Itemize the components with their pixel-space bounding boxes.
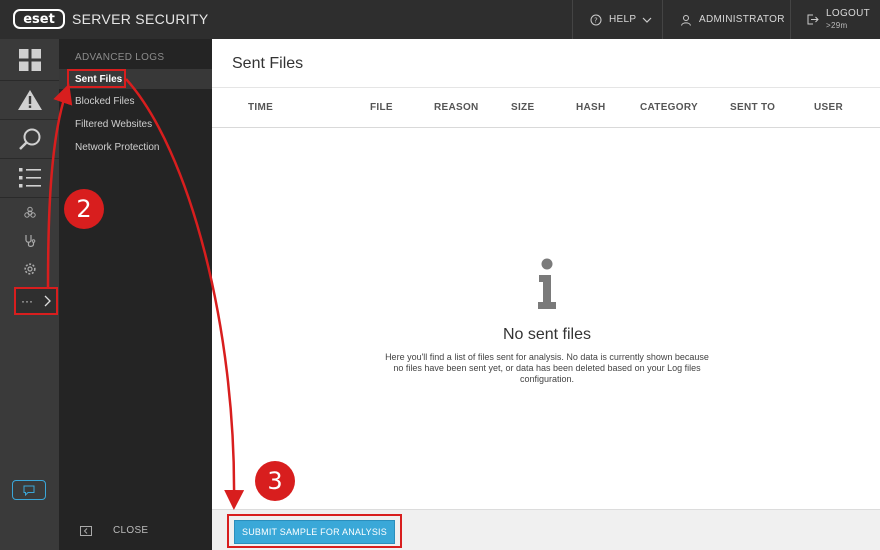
- step-badge-2: 2: [64, 189, 104, 229]
- alerts-button[interactable]: [0, 81, 59, 118]
- logout-icon: [807, 14, 819, 25]
- submenu-title: ADVANCED LOGS: [75, 52, 165, 63]
- empty-title: No sent files: [502, 326, 592, 343]
- submenu-item-blocked-files[interactable]: Blocked Files: [59, 91, 212, 111]
- user-icon: [681, 14, 691, 26]
- user-menu[interactable]: ADMINISTRATOR: [680, 0, 785, 39]
- submit-sample-button[interactable]: SUBMIT SAMPLE FOR ANALYSIS: [234, 520, 395, 544]
- dashboard-icon: [18, 48, 41, 71]
- alert-icon: [17, 89, 42, 110]
- page-title: Sent Files: [232, 55, 304, 72]
- column-user[interactable]: USER: [814, 102, 843, 113]
- close-label: CLOSE: [113, 525, 149, 536]
- more-tools-button[interactable]: ···: [14, 287, 58, 315]
- logo-text: eset: [13, 9, 65, 29]
- svg-text:?: ?: [594, 16, 598, 24]
- empty-description: Here you'll find a list of files sent fo…: [385, 352, 709, 384]
- icon-rail: ···: [0, 39, 59, 550]
- gear-icon: [23, 263, 36, 275]
- column-sent-to[interactable]: SENT TO: [730, 102, 775, 113]
- more-label: ···: [21, 294, 33, 308]
- divider: [212, 127, 880, 128]
- column-size[interactable]: SIZE: [511, 102, 534, 113]
- stethoscope-icon: [24, 235, 35, 247]
- info-icon: [538, 258, 556, 309]
- submenu-item-filtered-websites[interactable]: Filtered Websites: [59, 114, 212, 134]
- feedback-button[interactable]: [12, 480, 46, 500]
- divider: [662, 0, 663, 39]
- close-submenu-button[interactable]: CLOSE: [80, 525, 148, 536]
- biohazard-icon: [23, 206, 36, 218]
- list-icon: [18, 167, 41, 187]
- session-timer: >29m: [826, 20, 848, 30]
- diagnostics-button[interactable]: [0, 229, 59, 253]
- divider: [790, 0, 791, 39]
- quarantine-button[interactable]: [0, 201, 59, 225]
- product-name: SERVER SECURITY: [72, 11, 209, 27]
- collapse-icon: [80, 525, 92, 536]
- column-hash[interactable]: HASH: [576, 102, 606, 113]
- reports-button[interactable]: [0, 159, 59, 196]
- chevron-right-icon: [44, 295, 51, 307]
- chat-icon: [23, 485, 35, 496]
- submenu-item-network-protection[interactable]: Network Protection: [59, 137, 212, 157]
- highlight-sent-files: [67, 69, 126, 88]
- column-file[interactable]: FILE: [370, 102, 393, 113]
- eset-logo: eset: [13, 9, 65, 29]
- search-icon: [18, 128, 40, 150]
- help-menu[interactable]: ? HELP: [590, 0, 652, 39]
- dashboard-button[interactable]: [0, 41, 59, 78]
- scan-button[interactable]: [0, 120, 59, 157]
- column-reason[interactable]: REASON: [434, 102, 479, 113]
- step-badge-3: 3: [255, 461, 295, 501]
- user-label: ADMINISTRATOR: [699, 14, 785, 25]
- settings-button[interactable]: [0, 257, 59, 281]
- divider: [572, 0, 573, 39]
- advanced-logs-submenu: ADVANCED LOGS Sent Files Blocked Files F…: [59, 39, 212, 550]
- logout-label: LOGOUT: [826, 7, 871, 19]
- divider: [0, 197, 59, 198]
- highlight-submit: SUBMIT SAMPLE FOR ANALYSIS: [227, 514, 402, 548]
- main-panel: Sent Files TIME FILE REASON SIZE HASH CA…: [212, 39, 880, 550]
- help-icon: ?: [590, 14, 602, 25]
- empty-state: No sent files Here you'll find a list of…: [382, 255, 712, 385]
- top-bar: eset SERVER SECURITY ? HELP ADMINISTRATO…: [0, 0, 880, 39]
- chevron-down-icon: [642, 17, 652, 23]
- logout-button[interactable]: LOGOUT >29m: [806, 0, 870, 39]
- table-header: TIME FILE REASON SIZE HASH CATEGORY SENT…: [212, 88, 880, 128]
- column-time[interactable]: TIME: [248, 102, 273, 113]
- footer-bar: SUBMIT SAMPLE FOR ANALYSIS: [212, 509, 880, 550]
- column-category[interactable]: CATEGORY: [640, 102, 698, 113]
- help-label: HELP: [609, 14, 637, 25]
